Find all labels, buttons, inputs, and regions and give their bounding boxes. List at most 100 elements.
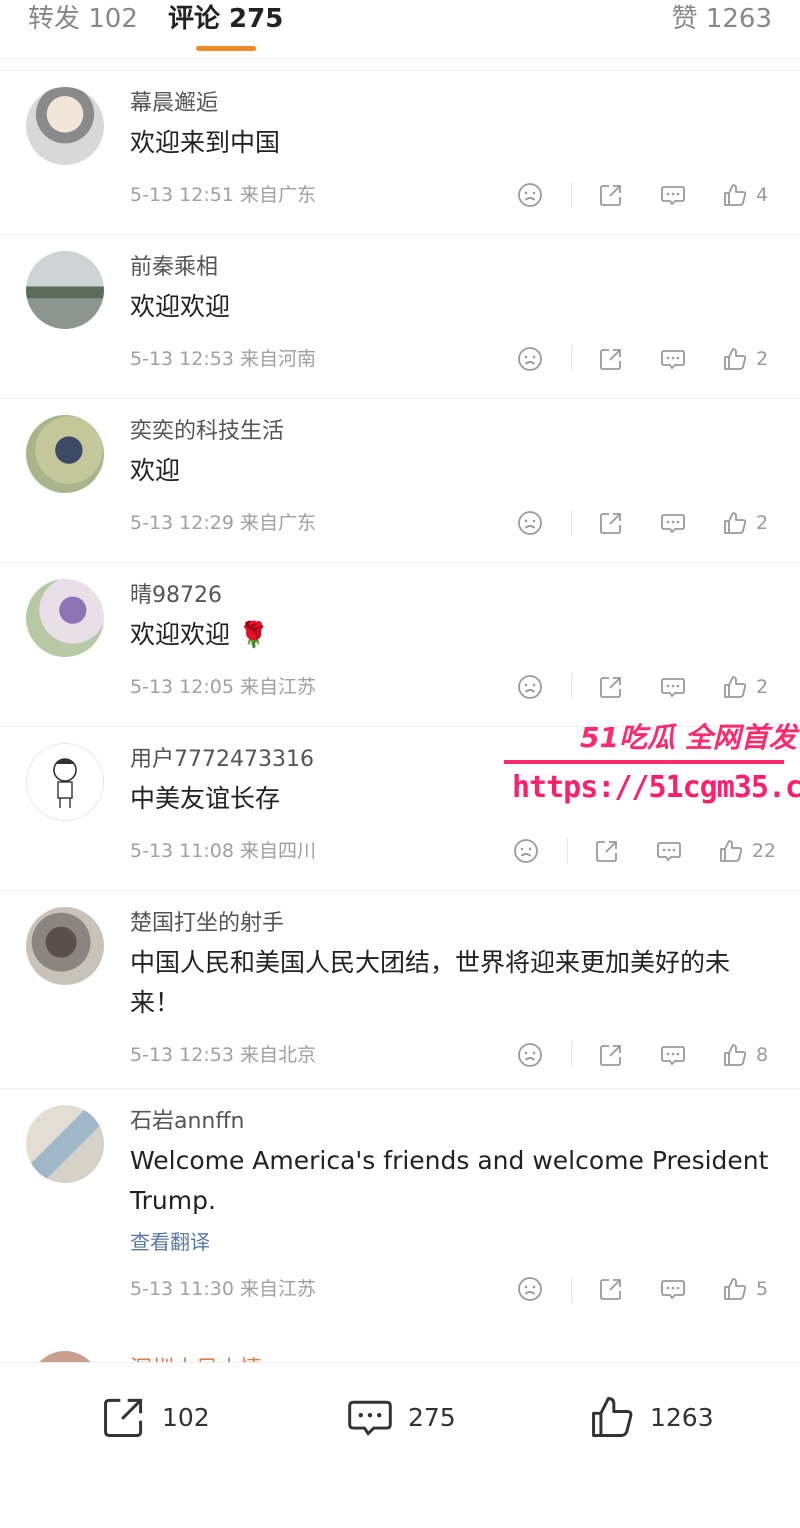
comment-tabs: 转发 102 评论 275 赞 1263	[0, 0, 800, 59]
tab-likes[interactable]: 赞 1263	[672, 2, 772, 36]
comment-actions: 22	[513, 833, 776, 869]
divider	[571, 1042, 572, 1068]
comment-item: 晴98726 欢迎欢迎 🌹 5-13 12:05 来自江苏 2	[0, 562, 800, 726]
avatar[interactable]	[26, 907, 104, 985]
like-count-total: 1263	[650, 1402, 714, 1432]
comment-meta: 5-13 11:08 来自四川 22	[130, 819, 800, 883]
divider	[571, 674, 572, 700]
reply-icon[interactable]	[660, 510, 686, 536]
thumbs-up-icon	[724, 512, 747, 534]
comment-time-location: 5-13 12:05 来自江苏	[130, 676, 316, 698]
like-button[interactable]: 2	[722, 510, 776, 536]
bottom-like-button[interactable]: 1263	[588, 1393, 714, 1441]
comment-time-location: 5-13 12:51 来自广东	[130, 184, 316, 206]
dislike-icon[interactable]	[517, 674, 543, 700]
tab-reposts[interactable]: 转发 102	[28, 2, 138, 36]
comment-time-location: 5-13 12:53 来自河南	[130, 348, 316, 370]
thumbs-up-icon	[724, 676, 747, 698]
like-count: 2	[756, 348, 769, 370]
comment-username[interactable]: 楚国打坐的射手	[130, 891, 800, 939]
comment-username[interactable]: 奕奕的科技生活	[130, 399, 800, 447]
bottom-repost-button[interactable]: 102	[100, 1393, 210, 1441]
comment-meta: 5-13 12:53 来自河南 2	[130, 327, 800, 391]
avatar[interactable]	[26, 415, 104, 493]
thumbs-up-icon	[719, 840, 742, 862]
comment-time-location: 5-13 12:53 来自北京	[130, 1044, 316, 1066]
like-button[interactable]: 4	[722, 182, 776, 208]
tab-comments[interactable]: 评论 275	[168, 2, 283, 36]
reply-icon[interactable]	[660, 1042, 686, 1068]
comment-username[interactable]: 幕晨邂逅	[130, 71, 800, 119]
bottom-action-bar: 102 275 1263	[0, 1362, 800, 1528]
partial-comment: 深圳小风小情	[0, 1333, 800, 1363]
dislike-icon[interactable]	[513, 838, 539, 864]
comment-meta: 5-13 11:30 来自江苏 5	[130, 1257, 800, 1321]
avatar[interactable]	[26, 251, 104, 329]
share-icon[interactable]	[598, 1042, 624, 1068]
like-count: 2	[756, 676, 769, 698]
share-icon[interactable]	[598, 346, 624, 372]
comment-username[interactable]: 石岩annffn	[130, 1089, 800, 1137]
comment-text: 欢迎来到中国	[130, 128, 281, 157]
dislike-icon[interactable]	[517, 510, 543, 536]
divider	[571, 510, 572, 536]
share-icon[interactable]	[598, 182, 624, 208]
reply-icon[interactable]	[660, 346, 686, 372]
comment-actions: 2	[517, 669, 776, 705]
comment-item: 奕奕的科技生活 欢迎 5-13 12:29 来自广东 2	[0, 398, 800, 562]
like-count: 4	[756, 184, 769, 206]
share-icon[interactable]	[598, 510, 624, 536]
share-icon[interactable]	[594, 838, 620, 864]
comment-time-location: 5-13 11:30 来自江苏	[130, 1278, 316, 1300]
comment-username[interactable]: 晴98726	[130, 563, 800, 611]
comment-meta: 5-13 12:51 来自广东 4	[130, 163, 800, 227]
comment-actions: 2	[517, 341, 776, 377]
comment-text: 欢迎欢迎 🌹	[130, 620, 270, 649]
thumbs-up-icon	[592, 1397, 633, 1437]
watermark-title: 51吃瓜 全网首发	[580, 721, 797, 754]
comment-icon	[348, 1400, 392, 1436]
reply-icon[interactable]	[656, 838, 682, 864]
like-button[interactable]: 2	[722, 346, 776, 372]
comment-item: 楚国打坐的射手 中国人民和美国人民大团结，世界将迎来更加美好的未来！ 5-13 …	[0, 890, 800, 1088]
reply-icon[interactable]	[660, 182, 686, 208]
thumbs-up-icon	[724, 184, 747, 206]
dislike-icon[interactable]	[517, 1276, 543, 1302]
comment-username[interactable]: 前秦乘相	[130, 235, 800, 283]
like-button[interactable]: 5	[722, 1276, 776, 1302]
dislike-icon[interactable]	[517, 346, 543, 372]
active-tab-indicator	[196, 46, 256, 51]
comment-item: 石岩annffn Welcome America's friends and w…	[0, 1088, 800, 1333]
translate-link[interactable]: 查看翻译	[130, 1227, 800, 1257]
share-icon[interactable]	[598, 1276, 624, 1302]
like-button[interactable]: 2	[722, 674, 776, 700]
comment-text: 中国人民和美国人民大团结，世界将迎来更加美好的未来！	[130, 948, 731, 1017]
share-icon	[104, 1398, 143, 1437]
comment-item: 前秦乘相 欢迎欢迎 5-13 12:53 来自河南 2	[0, 234, 800, 398]
watermark-line	[504, 760, 784, 764]
comment-count: 275	[408, 1402, 456, 1432]
dislike-icon[interactable]	[517, 182, 543, 208]
like-button[interactable]: 22	[718, 838, 776, 864]
bottom-comment-button[interactable]: 275	[346, 1393, 456, 1441]
thumbs-up-icon	[724, 1278, 747, 1300]
comment-list: 幕晨邂逅 欢迎来到中国 5-13 12:51 来自广东 4 前秦乘相 欢迎欢迎 …	[0, 70, 800, 1333]
like-button[interactable]: 8	[722, 1042, 776, 1068]
reply-icon[interactable]	[660, 674, 686, 700]
repost-count: 102	[162, 1402, 210, 1432]
avatar[interactable]	[26, 1105, 104, 1183]
avatar[interactable]	[26, 579, 104, 657]
avatar[interactable]	[26, 87, 104, 165]
divider	[571, 346, 572, 372]
comment-text: Welcome America's friends and welcome Pr…	[130, 1146, 769, 1215]
reply-icon[interactable]	[660, 1276, 686, 1302]
dislike-icon[interactable]	[517, 1042, 543, 1068]
share-icon[interactable]	[598, 674, 624, 700]
comment-meta: 5-13 12:05 来自江苏 2	[130, 655, 800, 719]
comment-item: 幕晨邂逅 欢迎来到中国 5-13 12:51 来自广东 4	[0, 70, 800, 234]
like-count: 22	[751, 840, 776, 862]
watermark-url: https://51cgm35.com	[512, 770, 800, 805]
avatar[interactable]	[26, 743, 104, 821]
divider	[566, 838, 568, 864]
comment-time-location: 5-13 12:29 来自广东	[130, 512, 316, 534]
